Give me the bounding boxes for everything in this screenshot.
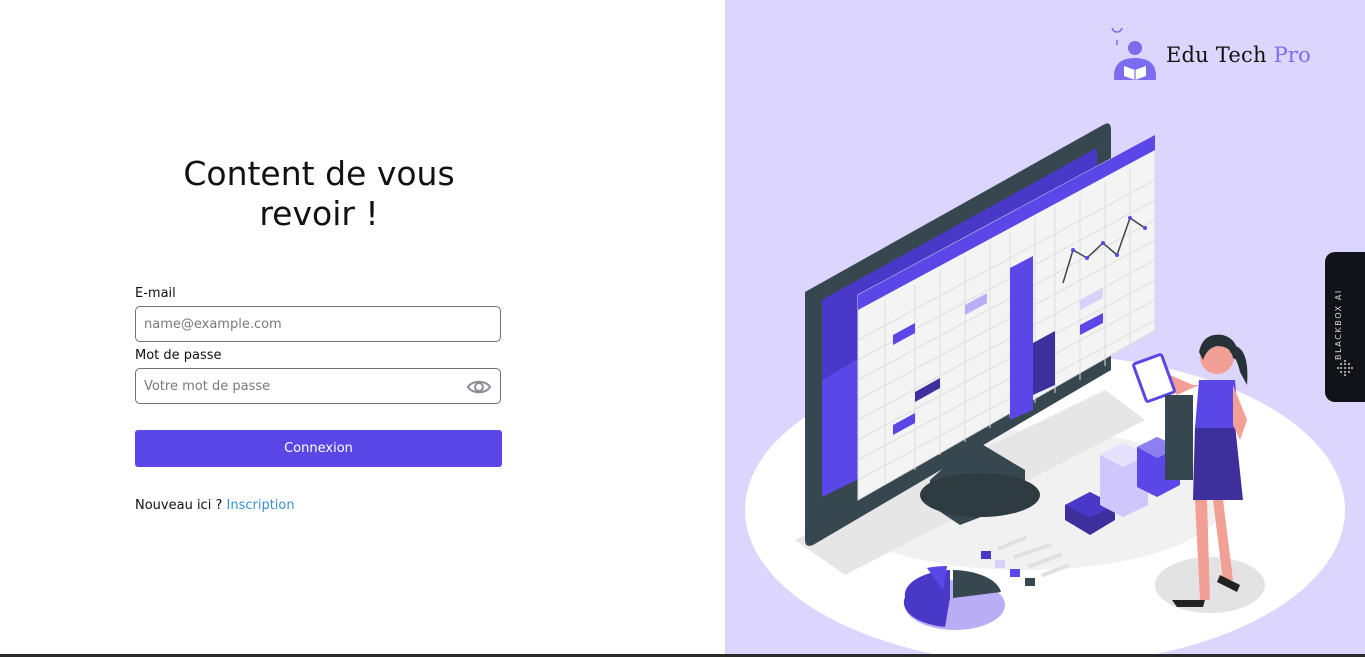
- login-page: Content de vous revoir ! E-mail Mot de p…: [0, 0, 1365, 657]
- brand-name-accent: Pro: [1273, 43, 1311, 67]
- brand-name-main: Edu Tech: [1166, 43, 1267, 67]
- email-field[interactable]: [136, 307, 500, 341]
- teacher-reading-icon: [1111, 28, 1156, 80]
- blackbox-dots-icon: [1337, 360, 1353, 376]
- illustration-panel: [725, 0, 1365, 657]
- brand-logo: Edu Tech Pro: [1110, 28, 1311, 82]
- email-label: E-mail: [135, 286, 176, 301]
- eye-icon[interactable]: [466, 376, 492, 398]
- password-field-wrapper: [135, 368, 501, 404]
- blackbox-extension-tab[interactable]: BLACKBOX AI: [1325, 252, 1365, 402]
- password-field[interactable]: [136, 369, 500, 403]
- signup-link[interactable]: Inscription: [227, 498, 295, 513]
- login-panel: Content de vous revoir ! E-mail Mot de p…: [0, 0, 725, 657]
- signup-row: Nouveau ici ? Inscription: [135, 498, 295, 513]
- login-button[interactable]: Connexion: [135, 430, 502, 467]
- dashboard-illustration: [745, 123, 1345, 657]
- blackbox-label: BLACKBOX AI: [1334, 289, 1343, 360]
- brand-name: Edu Tech Pro: [1166, 43, 1311, 67]
- signup-prompt: Nouveau ici ?: [135, 498, 223, 513]
- email-field-wrapper: [135, 306, 501, 342]
- page-title: Content de vous revoir !: [183, 154, 455, 233]
- password-label: Mot de passe: [135, 348, 222, 363]
